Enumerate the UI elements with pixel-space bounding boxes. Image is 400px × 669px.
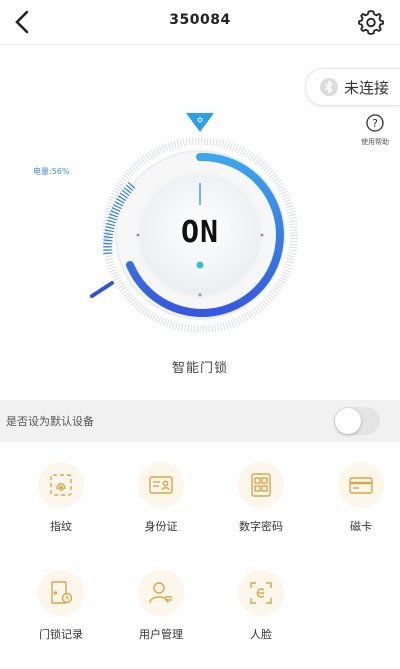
center-dot: [196, 261, 204, 269]
feature-label: 身份证: [144, 520, 178, 533]
feature-label: 指纹: [50, 520, 72, 533]
help-button[interactable]: ? 使用帮助: [355, 114, 395, 150]
user-management-icon: [138, 570, 184, 616]
feature-password[interactable]: 数字密码: [218, 462, 298, 552]
battery-indicator: [90, 281, 114, 298]
toggle-knob: [335, 408, 361, 434]
help-label: 使用帮助: [361, 138, 389, 146]
feature-id-card[interactable]: 身份证: [118, 462, 198, 552]
feature-label: 人脸: [250, 628, 272, 641]
feature-user-management[interactable]: 用户管理: [118, 570, 198, 660]
bluetooth-icon: [320, 78, 338, 96]
feature-magnetic-card[interactable]: 磁卡: [318, 462, 398, 552]
feature-door-log[interactable]: 门锁记录: [18, 570, 98, 660]
top-bar: 350084: [0, 0, 400, 45]
feature-fingerprint[interactable]: 指纹: [18, 462, 98, 552]
feature-label: 用户管理: [139, 628, 183, 641]
connection-status-label: 未连接: [344, 79, 390, 97]
page-title: 350084: [169, 12, 231, 28]
default-device-row: 是否设为默认设备: [0, 400, 400, 442]
help-icon: ?: [366, 114, 384, 132]
svg-text:?: ?: [372, 117, 378, 130]
magnetic-card-icon: [338, 462, 384, 508]
feature-label: 门锁记录: [39, 628, 83, 641]
lock-name: 智能门锁: [171, 361, 228, 376]
default-device-toggle[interactable]: [334, 407, 380, 435]
bottom-dot: [198, 293, 202, 297]
gear-icon[interactable]: [358, 9, 384, 35]
feature-label: 数字密码: [239, 520, 283, 533]
feature-face[interactable]: 人脸: [218, 570, 298, 660]
door-log-icon: [38, 570, 84, 616]
feature-label: 磁卡: [350, 520, 372, 533]
face-icon: [238, 570, 284, 616]
lock-state-label: ON: [180, 215, 220, 250]
fingerprint-icon: [38, 462, 84, 508]
battery-label: 电量:56%: [33, 167, 70, 176]
default-device-label: 是否设为默认设备: [6, 415, 94, 428]
id-card-icon: [138, 462, 184, 508]
password-keypad-icon: [238, 462, 284, 508]
connection-status-button[interactable]: 未连接: [305, 68, 400, 106]
